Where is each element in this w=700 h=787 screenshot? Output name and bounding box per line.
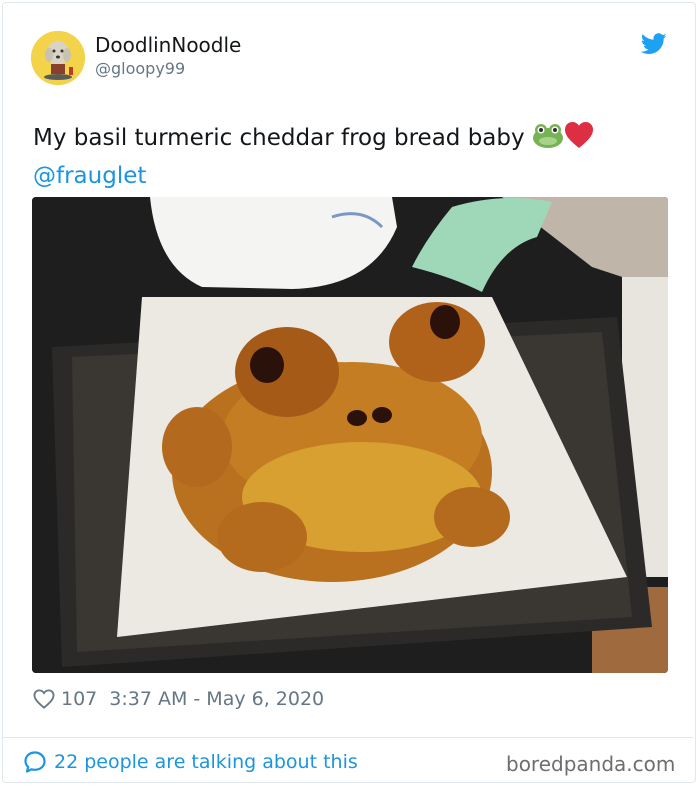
conversation-link[interactable]: 22 people are talking about this (23, 749, 358, 775)
author-handle[interactable]: @gloopy99 (95, 59, 185, 78)
speech-bubble-icon (24, 751, 46, 773)
tweet-body: My basil turmeric cheddar frog bread bab… (33, 125, 525, 151)
twitter-bird-icon[interactable] (641, 33, 667, 55)
avatar-dog-icon (31, 31, 85, 85)
tweet-photo[interactable] (32, 197, 668, 673)
like-heart-icon[interactable] (33, 689, 55, 709)
bread-frog-photo-icon (32, 197, 668, 673)
timestamp[interactable]: 3:37 AM - May 6, 2020 (109, 688, 324, 710)
watermark: boredpanda.com (506, 752, 676, 776)
frog-face-icon (532, 121, 564, 159)
divider (3, 737, 693, 738)
author-display-name[interactable]: DoodlinNoodle (95, 33, 241, 57)
avatar[interactable] (31, 31, 85, 85)
like-count: 107 (61, 688, 98, 710)
tweet-meta: 107 3:37 AM - May 6, 2020 (33, 685, 324, 713)
tweet-text: My basil turmeric cheddar frog bread bab… (33, 121, 663, 193)
red-heart-icon (564, 121, 594, 159)
mention-link[interactable]: @frauglet (33, 163, 146, 189)
conversation-text[interactable]: 22 people are talking about this (54, 751, 358, 773)
